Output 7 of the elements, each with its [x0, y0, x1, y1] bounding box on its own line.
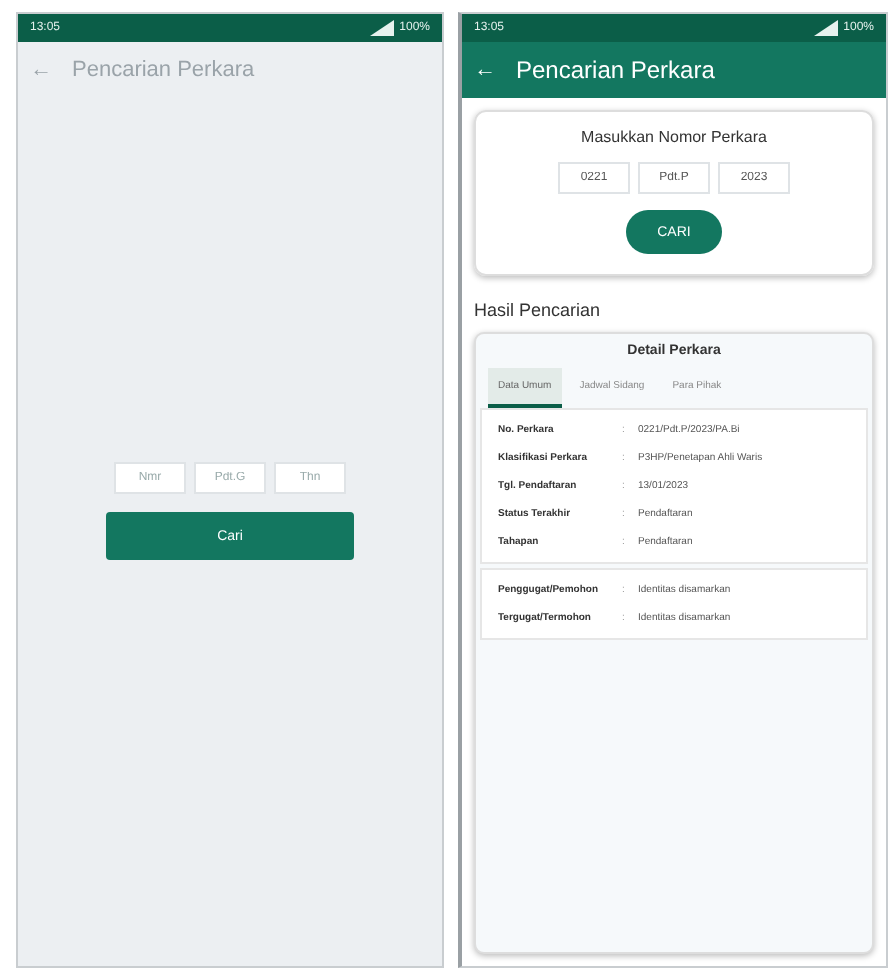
search-heading: Masukkan Nomor Perkara [581, 128, 767, 146]
screen-title: Pencarian Perkara [72, 58, 255, 82]
signal-icon [369, 20, 394, 36]
signal-icon [813, 20, 838, 36]
screen-title: Pencarian Perkara [516, 56, 715, 84]
back-button[interactable]: ← [474, 58, 496, 82]
results-heading: Hasil Pencarian [474, 300, 603, 320]
